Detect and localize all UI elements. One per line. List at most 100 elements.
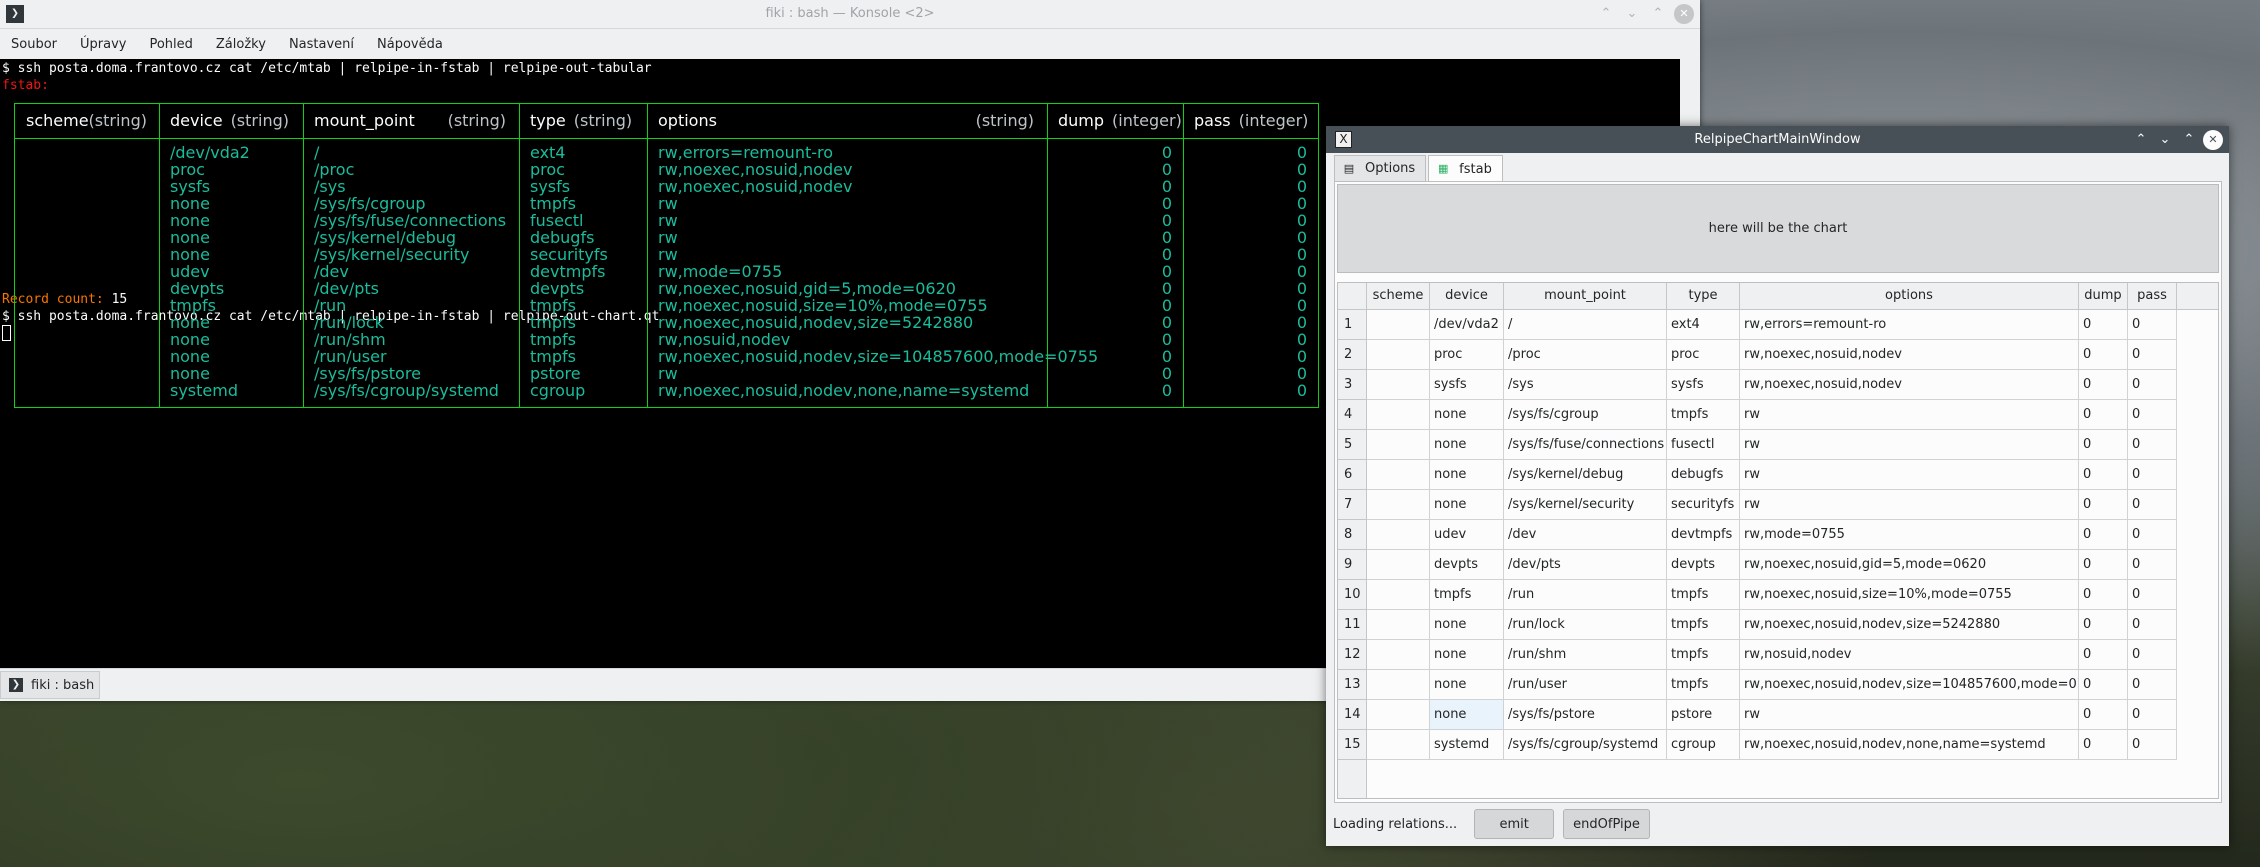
grid-cell-device[interactable]: tmpfs — [1430, 580, 1504, 610]
grid-cell-type[interactable]: fusectl — [1667, 430, 1740, 460]
grid-cell-pass[interactable]: 0 — [2128, 370, 2177, 400]
grid-cell-mount_point[interactable]: /proc — [1504, 340, 1667, 370]
row-header[interactable]: 14 — [1338, 700, 1367, 730]
row-header[interactable]: 11 — [1338, 610, 1367, 640]
grid-cell-mount_point[interactable]: /sys/fs/cgroup — [1504, 400, 1667, 430]
grid-cell-pass[interactable]: 0 — [2128, 520, 2177, 550]
grid-cell-scheme[interactable] — [1367, 430, 1430, 460]
grid-cell-pass[interactable]: 0 — [2128, 490, 2177, 520]
grid-cell-pass[interactable]: 0 — [2128, 460, 2177, 490]
row-header[interactable]: 13 — [1338, 670, 1367, 700]
grid-cell-scheme[interactable] — [1367, 670, 1430, 700]
grid-cell-mount_point[interactable]: /sys/kernel/debug — [1504, 460, 1667, 490]
grid-cell-device[interactable]: udev — [1430, 520, 1504, 550]
grid-cell-type[interactable]: devpts — [1667, 550, 1740, 580]
grid-cell-device[interactable]: none — [1430, 400, 1504, 430]
row-header[interactable]: 7 — [1338, 490, 1367, 520]
grid-cell-device[interactable]: proc — [1430, 340, 1504, 370]
grid-cell-dump[interactable]: 0 — [2079, 370, 2128, 400]
grid-cell-dump[interactable]: 0 — [2079, 520, 2128, 550]
grid-cell-options[interactable]: rw,nosuid,nodev — [1740, 640, 2079, 670]
row-header[interactable]: 10 — [1338, 580, 1367, 610]
grid-cell-scheme[interactable] — [1367, 550, 1430, 580]
konsole-titlebar[interactable]: ❯ fiki : bash — Konsole <2> ⌃ ⌄ ⌃ ✕ — [0, 0, 1700, 29]
grid-cell-mount_point[interactable]: /sys/fs/fuse/connections — [1504, 430, 1667, 460]
grid-cell-dump[interactable]: 0 — [2079, 460, 2128, 490]
menu-nastaveni[interactable]: Nastavení — [278, 37, 366, 52]
grid-cell-scheme[interactable] — [1367, 460, 1430, 490]
grid-cell-mount_point[interactable]: /sys/kernel/security — [1504, 490, 1667, 520]
grid-cell-scheme[interactable] — [1367, 610, 1430, 640]
grid-cell-device[interactable]: none — [1430, 700, 1504, 730]
row-header[interactable]: 6 — [1338, 460, 1367, 490]
column-header-mount_point[interactable]: mount_point — [1504, 283, 1667, 310]
grid-cell-type[interactable]: tmpfs — [1667, 640, 1740, 670]
data-grid[interactable]: scheme device mount_point type options dump pa… — [1337, 282, 2219, 799]
grid-cell-dump[interactable]: 0 — [2079, 670, 2128, 700]
grid-cell-device[interactable]: devpts — [1430, 550, 1504, 580]
close-icon[interactable]: ✕ — [2203, 130, 2223, 150]
grid-cell-options[interactable]: rw — [1740, 700, 2079, 730]
grid-cell-mount_point[interactable]: /run/user — [1504, 670, 1667, 700]
grid-cell-type[interactable]: tmpfs — [1667, 610, 1740, 640]
column-header-device[interactable]: device — [1430, 283, 1504, 310]
grid-cell-mount_point[interactable]: /sys/fs/cgroup/systemd — [1504, 730, 1667, 760]
grid-cell-mount_point[interactable]: / — [1504, 310, 1667, 340]
column-header-type[interactable]: type — [1667, 283, 1740, 310]
grid-cell-scheme[interactable] — [1367, 370, 1430, 400]
close-icon[interactable]: ✕ — [1674, 4, 1694, 24]
grid-cell-pass[interactable]: 0 — [2128, 340, 2177, 370]
grid-cell-device[interactable]: none — [1430, 670, 1504, 700]
row-header[interactable]: 4 — [1338, 400, 1367, 430]
row-header[interactable]: 12 — [1338, 640, 1367, 670]
menu-soubor[interactable]: Soubor — [0, 37, 69, 52]
grid-cell-pass[interactable]: 0 — [2128, 670, 2177, 700]
grid-cell-pass[interactable]: 0 — [2128, 430, 2177, 460]
column-header-pass[interactable]: pass — [2128, 283, 2177, 310]
grid-cell-mount_point[interactable]: /run/lock — [1504, 610, 1667, 640]
grid-cell-dump[interactable]: 0 — [2079, 400, 2128, 430]
grid-cell-options[interactable]: rw — [1740, 400, 2079, 430]
grid-cell-dump[interactable]: 0 — [2079, 550, 2128, 580]
grid-cell-pass[interactable]: 0 — [2128, 700, 2177, 730]
grid-cell-scheme[interactable] — [1367, 640, 1430, 670]
tab-fstab[interactable]: ▦ fstab — [1428, 155, 1503, 182]
grid-cell-type[interactable]: pstore — [1667, 700, 1740, 730]
keep-above-icon[interactable]: ⌃ — [1596, 4, 1616, 24]
grid-cell-device[interactable]: none — [1430, 610, 1504, 640]
row-header[interactable]: 9 — [1338, 550, 1367, 580]
column-header-scheme[interactable]: scheme — [1367, 283, 1430, 310]
grid-cell-pass[interactable]: 0 — [2128, 400, 2177, 430]
grid-cell-options[interactable]: rw,noexec,nosuid,nodev,none,name=systemd — [1740, 730, 2079, 760]
grid-cell-type[interactable]: tmpfs — [1667, 580, 1740, 610]
grid-cell-device[interactable]: /dev/vda2 — [1430, 310, 1504, 340]
grid-cell-mount_point[interactable]: /sys — [1504, 370, 1667, 400]
grid-cell-options[interactable]: rw — [1740, 460, 2079, 490]
grid-cell-options[interactable]: rw,noexec,nosuid,nodev,size=104857600,mo… — [1740, 670, 2079, 700]
minimize-icon[interactable]: ⌄ — [2155, 130, 2175, 150]
grid-cell-type[interactable]: debugfs — [1667, 460, 1740, 490]
grid-cell-options[interactable]: rw — [1740, 490, 2079, 520]
chart-titlebar[interactable]: X RelpipeChartMainWindow ⌃ ⌄ ⌃ ✕ — [1326, 126, 2229, 153]
grid-cell-dump[interactable]: 0 — [2079, 730, 2128, 760]
tab-options[interactable]: ▤ Options — [1334, 155, 1427, 181]
grid-cell-scheme[interactable] — [1367, 580, 1430, 610]
grid-cell-mount_point[interactable]: /dev/pts — [1504, 550, 1667, 580]
grid-cell-options[interactable]: rw,noexec,nosuid,gid=5,mode=0620 — [1740, 550, 2079, 580]
grid-cell-pass[interactable]: 0 — [2128, 640, 2177, 670]
emit-button[interactable]: emit — [1474, 809, 1555, 839]
grid-cell-dump[interactable]: 0 — [2079, 610, 2128, 640]
row-header[interactable]: 2 — [1338, 340, 1367, 370]
grid-cell-mount_point[interactable]: /run/shm — [1504, 640, 1667, 670]
grid-cell-type[interactable]: ext4 — [1667, 310, 1740, 340]
grid-cell-type[interactable]: devtmpfs — [1667, 520, 1740, 550]
grid-cell-type[interactable]: tmpfs — [1667, 400, 1740, 430]
grid-cell-scheme[interactable] — [1367, 400, 1430, 430]
grid-cell-type[interactable]: proc — [1667, 340, 1740, 370]
grid-cell-pass[interactable]: 0 — [2128, 550, 2177, 580]
grid-cell-dump[interactable]: 0 — [2079, 580, 2128, 610]
grid-cell-options[interactable]: rw,noexec,nosuid,nodev,size=5242880 — [1740, 610, 2079, 640]
row-header[interactable]: 1 — [1338, 310, 1367, 340]
grid-cell-mount_point[interactable]: /run — [1504, 580, 1667, 610]
end-of-pipe-button[interactable]: endOfPipe — [1563, 809, 1650, 839]
